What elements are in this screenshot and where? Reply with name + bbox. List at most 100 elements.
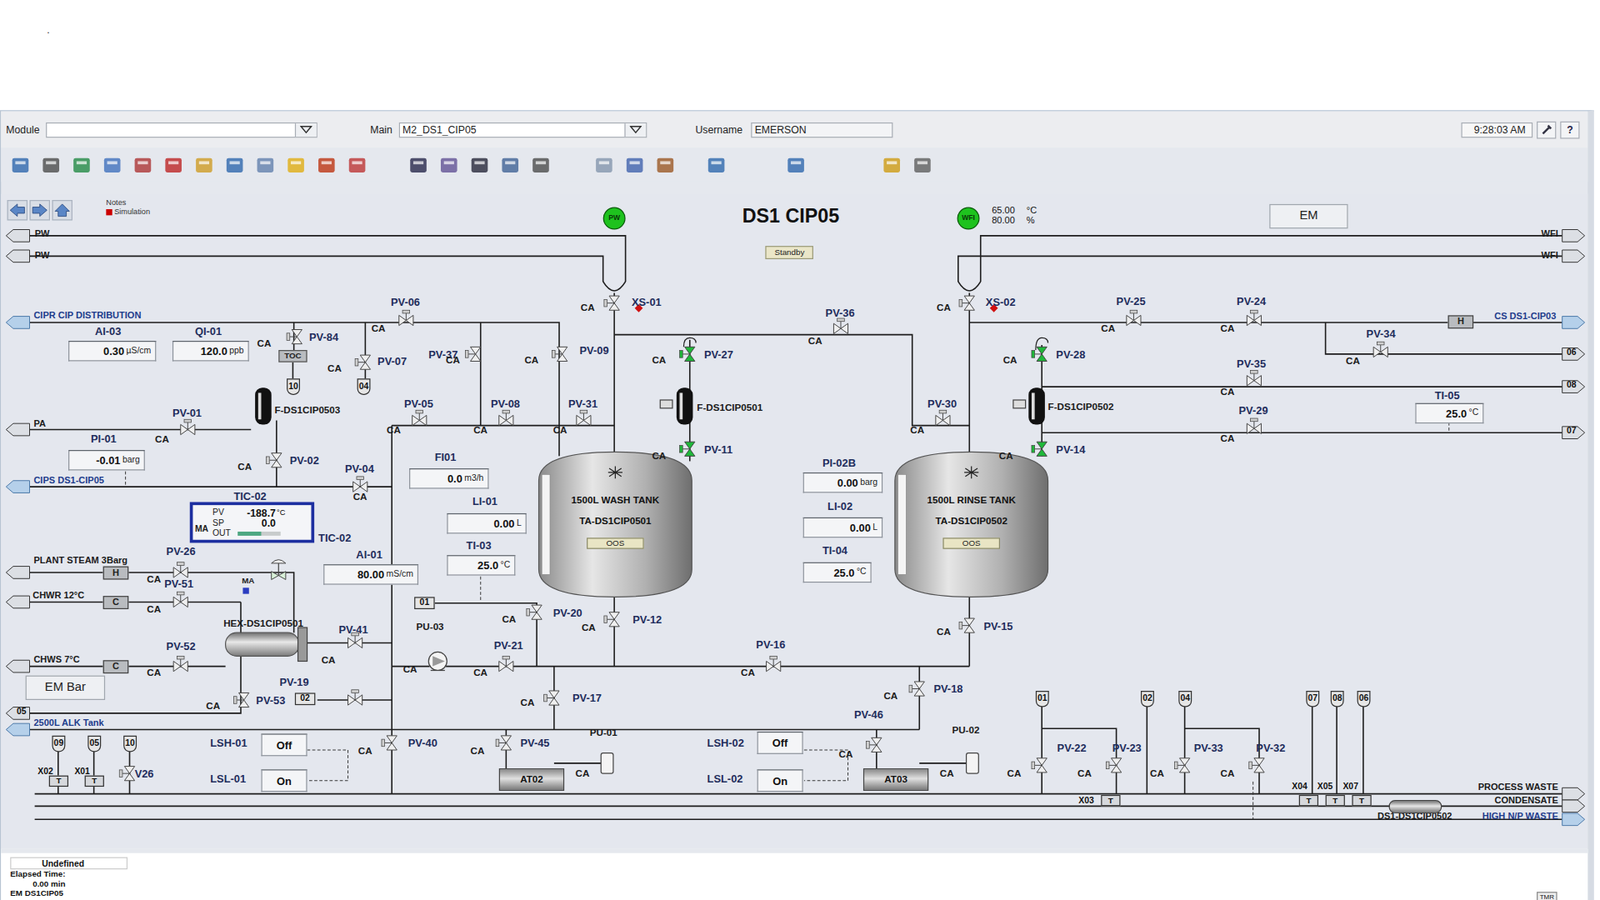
toolbar-button[interactable] xyxy=(499,153,522,176)
valve-label[interactable]: PV-29 xyxy=(1239,404,1269,417)
toolbar-button[interactable] xyxy=(623,153,646,176)
line-end-icon[interactable] xyxy=(1562,348,1585,361)
source-indicator[interactable]: WFI xyxy=(957,207,980,230)
valve-icon[interactable] xyxy=(1105,758,1121,773)
valve-icon[interactable] xyxy=(381,735,397,750)
valve-label[interactable]: PV-27 xyxy=(704,348,734,361)
utility-box[interactable]: C xyxy=(103,660,130,674)
offpage-connector[interactable]: 09 xyxy=(51,735,65,753)
offpage-connector[interactable]: 02 xyxy=(1140,690,1155,708)
agitator[interactable]: AT03 xyxy=(863,768,929,791)
filter-icon[interactable] xyxy=(255,387,272,425)
utility-box[interactable]: C xyxy=(103,595,130,610)
valve-icon[interactable] xyxy=(1174,758,1190,773)
filter-icon[interactable] xyxy=(1028,387,1045,425)
valve-icon[interactable] xyxy=(604,295,620,310)
toolbar-button[interactable] xyxy=(880,153,904,176)
valve-label[interactable]: PV-19 xyxy=(280,675,310,689)
nav-button[interactable] xyxy=(7,200,28,220)
line-end-icon[interactable] xyxy=(5,707,30,720)
valve-label[interactable]: PV-11 xyxy=(704,442,733,455)
toolbar-button[interactable] xyxy=(345,153,369,176)
pump-icon[interactable] xyxy=(600,753,614,774)
switch-state[interactable]: Off xyxy=(260,733,307,756)
line-end-icon[interactable] xyxy=(5,723,30,736)
controller-faceplate[interactable]: MA PV-188.7°C SP0.0 OUT xyxy=(190,501,315,543)
instrument-readout[interactable]: 25.0°C xyxy=(446,555,515,575)
instrument-readout[interactable]: 0.00barg xyxy=(803,472,884,493)
toolbar-button[interactable] xyxy=(254,153,277,176)
dropdown-icon[interactable] xyxy=(624,123,646,137)
valve-label[interactable]: PV-04 xyxy=(345,462,375,475)
steam-trap[interactable]: T xyxy=(85,775,105,788)
line-end-icon[interactable] xyxy=(5,250,30,263)
valve-label[interactable]: PV-30 xyxy=(927,396,957,410)
utility-box[interactable]: H xyxy=(1448,315,1475,329)
line-end-icon[interactable] xyxy=(1562,230,1585,243)
toolbar-button[interactable] xyxy=(223,153,246,176)
line-end-icon[interactable] xyxy=(1562,316,1585,330)
offpage-connector[interactable]: 05 xyxy=(13,707,30,718)
valve-icon[interactable] xyxy=(286,330,302,345)
valve-label[interactable]: XS-02 xyxy=(985,295,1016,309)
offpage-connector[interactable]: 08 xyxy=(1563,380,1580,391)
valve-icon[interactable] xyxy=(1031,346,1047,361)
valve-label[interactable]: PV-22 xyxy=(1057,741,1087,755)
valve-icon[interactable] xyxy=(233,692,249,707)
toolbar-button[interactable] xyxy=(705,153,728,176)
tools-button[interactable] xyxy=(1536,120,1556,139)
valve-icon[interactable] xyxy=(355,355,370,370)
steam-trap[interactable]: T xyxy=(1299,795,1319,807)
line-end-icon[interactable] xyxy=(5,660,30,673)
valve-icon[interactable] xyxy=(866,737,882,752)
toolbar-button[interactable] xyxy=(592,153,615,176)
offpage-connector[interactable]: 06 xyxy=(1563,348,1580,359)
switch-state[interactable]: Off xyxy=(757,731,804,755)
instrument-readout[interactable]: 0.00L xyxy=(446,513,527,534)
valve-icon[interactable] xyxy=(399,310,414,325)
instrument-readout[interactable]: 0.0m3/h xyxy=(409,468,490,489)
nav-button[interactable] xyxy=(51,200,72,220)
line-end-icon[interactable] xyxy=(1562,250,1585,263)
valve-label[interactable]: PV-25 xyxy=(1116,295,1146,308)
toolbar-button[interactable] xyxy=(40,153,63,176)
valve-label[interactable]: XS-01 xyxy=(631,295,662,309)
valve-icon[interactable] xyxy=(1246,310,1261,325)
line-end-icon[interactable] xyxy=(5,423,30,436)
valve-icon[interactable] xyxy=(1249,758,1265,773)
offpage-connector[interactable]: 08 xyxy=(1330,690,1345,708)
em-bar-button[interactable]: EM Bar xyxy=(25,675,106,700)
offpage-connector[interactable]: 10 xyxy=(123,735,137,753)
valve-label[interactable]: PV-06 xyxy=(390,295,420,309)
valve-icon[interactable] xyxy=(499,410,514,425)
toolbar-button[interactable] xyxy=(285,153,308,176)
offpage-connector[interactable]: 07 xyxy=(1305,690,1320,708)
toolbar-button[interactable] xyxy=(315,153,338,176)
nav-button[interactable] xyxy=(30,200,50,220)
toolbar-button[interactable] xyxy=(100,153,124,176)
tank[interactable]: 1500L WASH TANK TA-DS1CIP0501 OOS xyxy=(539,495,693,550)
valve-icon[interactable] xyxy=(1126,310,1141,325)
tank-icon[interactable] xyxy=(895,451,1049,597)
valve-icon[interactable] xyxy=(173,655,188,671)
offpage-connector[interactable]: 07 xyxy=(1563,426,1580,437)
source-indicator[interactable]: PW xyxy=(603,207,626,230)
offpage-connector[interactable]: 01 xyxy=(414,596,435,610)
valve-label[interactable]: PV-17 xyxy=(572,691,602,705)
main-select[interactable]: M2_DS1_CIP05 xyxy=(398,121,647,137)
offpage-connector[interactable]: 06 xyxy=(1357,690,1371,708)
valve-label[interactable]: PV-12 xyxy=(632,613,662,626)
instrument-readout[interactable]: 0.30µS/cm xyxy=(68,340,156,361)
valve-icon[interactable] xyxy=(544,690,560,705)
instrument-readout[interactable]: 0.00L xyxy=(803,517,884,538)
valve-label[interactable]: PV-16 xyxy=(755,637,785,650)
valve-icon[interactable] xyxy=(1031,758,1047,773)
valve-icon[interactable] xyxy=(1373,341,1388,357)
toolbar-button[interactable] xyxy=(468,153,491,176)
valve-label[interactable]: PV-14 xyxy=(1055,442,1085,455)
valve-label[interactable]: PV-36 xyxy=(825,305,855,319)
line-end-icon[interactable] xyxy=(1562,813,1585,826)
valve-icon[interactable] xyxy=(499,655,514,671)
valve-label[interactable]: PV-18 xyxy=(933,682,963,695)
valve-label[interactable]: PV-05 xyxy=(404,396,434,410)
